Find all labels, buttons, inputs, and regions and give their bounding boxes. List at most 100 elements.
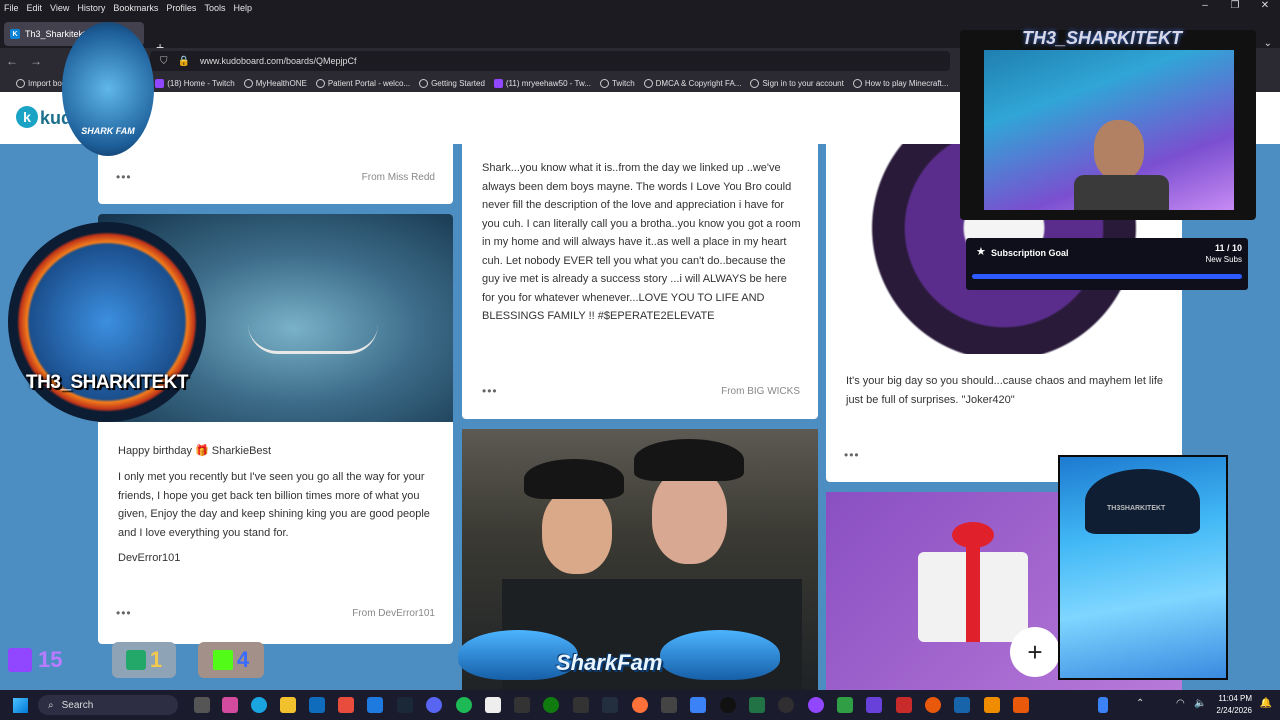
windows-start-icon[interactable]: [13, 698, 28, 713]
bookmark-item[interactable]: (18) Home - Twitch: [155, 78, 235, 88]
sharkfam-bottom-logo: SharkFam: [458, 620, 780, 690]
webcam-frame: TH3_SHARKITEKT: [960, 28, 1256, 220]
more-options-icon[interactable]: •••: [482, 384, 498, 398]
window-controls: – ❐ ✕: [1190, 0, 1280, 16]
more-options-icon[interactable]: •••: [844, 448, 860, 462]
app-icon[interactable]: [367, 697, 383, 713]
shield-icon: ⛉: [160, 55, 168, 67]
kudoboard-logo-icon[interactable]: k: [16, 106, 38, 128]
tray-app-icon[interactable]: [1098, 697, 1108, 713]
menu-bookmarks[interactable]: Bookmarks: [109, 3, 162, 13]
shark-mouth-shape: [248, 324, 378, 354]
back-icon[interactable]: ←: [0, 54, 24, 68]
badge-text: TH3_SHARKITEKT: [26, 372, 188, 393]
twitch-count: 15: [38, 647, 63, 672]
bookmark-item[interactable]: (11) mryeehaw50 - Tw...: [493, 78, 591, 88]
spotify-icon[interactable]: [456, 697, 472, 713]
bookmark-item[interactable]: Patient Portal - welco...: [315, 78, 410, 88]
more-options-icon[interactable]: •••: [116, 606, 132, 620]
menu-profiles[interactable]: Profiles: [162, 3, 200, 13]
post-card-big-wicks[interactable]: Shark...you know what it is..from the da…: [462, 144, 818, 419]
store-icon[interactable]: [661, 697, 677, 713]
bookmark-item[interactable]: Twitch: [599, 78, 635, 88]
wifi-icon[interactable]: ◠: [1176, 698, 1185, 709]
app-icon[interactable]: [954, 697, 970, 713]
twitch-icon: [155, 78, 165, 88]
app-icon[interactable]: [573, 697, 589, 713]
import-icon: [16, 78, 25, 88]
twitch-icon: [493, 78, 503, 88]
menu-file[interactable]: File: [0, 3, 23, 13]
outlook-icon[interactable]: [309, 697, 325, 713]
post-author: From BIG WICKS: [721, 386, 800, 397]
menu-tools[interactable]: Tools: [200, 3, 229, 13]
add-post-button[interactable]: +: [1010, 627, 1060, 677]
bookmark-item[interactable]: Import boo: [16, 78, 67, 88]
kick-icon: [212, 650, 233, 670]
app-icon[interactable]: [837, 697, 853, 713]
follow-count: 1: [149, 647, 163, 672]
volume-icon[interactable]: 🔈: [1194, 698, 1206, 709]
app-icon[interactable]: [338, 697, 354, 713]
post-signature: DevError101: [118, 552, 181, 564]
app-icon[interactable]: [866, 697, 882, 713]
edge-icon[interactable]: [251, 697, 267, 713]
menu-history[interactable]: History: [73, 3, 109, 13]
app-icon[interactable]: [925, 697, 941, 713]
menu-help[interactable]: Help: [229, 3, 256, 13]
streamer-body: [1074, 175, 1169, 210]
globe-icon: [419, 78, 429, 88]
document-icon[interactable]: [485, 697, 501, 713]
menu-view[interactable]: View: [46, 3, 73, 13]
post-greeting: Happy birthday 🎁 SharkieBest: [118, 445, 272, 457]
more-options-icon[interactable]: •••: [116, 170, 132, 184]
taskview-icon[interactable]: [194, 697, 210, 713]
steam-icon[interactable]: [397, 697, 413, 713]
channel-banner: TH3_SHARKITEKT: [1022, 28, 1183, 48]
bookmark-label: (11) mryeehaw50 - Tw...: [505, 78, 591, 88]
clock-date: 2/24/2026: [1216, 706, 1252, 715]
tray-chevron-icon[interactable]: ⌃: [1136, 698, 1144, 709]
app-icon[interactable]: [1013, 697, 1029, 713]
app-icon[interactable]: [720, 697, 736, 713]
xbox-icon[interactable]: [543, 697, 559, 713]
bookmark-item[interactable]: How to play Minecraft...: [852, 78, 948, 88]
taskbar-search[interactable]: ⌕ Search: [38, 695, 178, 715]
bookmark-label: Sign in to your account: [762, 78, 844, 88]
copilot-icon[interactable]: [222, 697, 238, 713]
obs-icon[interactable]: [778, 697, 794, 713]
taskbar-clock[interactable]: 11:04 PM 2/24/2026: [1216, 693, 1252, 717]
bookmark-label: Twitch: [611, 78, 635, 88]
webcam-video: [984, 50, 1234, 210]
firefox-icon[interactable]: [632, 697, 648, 713]
bookmark-label: Import boo: [28, 78, 67, 88]
notification-icon[interactable]: 🔔: [1260, 698, 1272, 709]
shark-fam-logo-text: SHARK FAM: [81, 126, 135, 136]
twitch-taskbar-icon[interactable]: [808, 697, 824, 713]
bookmark-item[interactable]: MyHealthONE: [243, 78, 307, 88]
kudoboard-favicon-icon: K: [10, 29, 20, 39]
app-icon[interactable]: [749, 697, 765, 713]
bookmark-item[interactable]: DMCA & Copyright FA...: [643, 78, 741, 88]
app-icon[interactable]: [690, 697, 706, 713]
forward-icon[interactable]: →: [24, 54, 48, 68]
app-icon[interactable]: [984, 697, 1000, 713]
maximize-icon[interactable]: ❐: [1220, 0, 1250, 16]
post-card-miss-redd[interactable]: ••• From Miss Redd: [98, 144, 453, 204]
amazon-icon[interactable]: [602, 697, 618, 713]
menu-edit[interactable]: Edit: [23, 3, 47, 13]
app-icon[interactable]: [514, 697, 530, 713]
app-icon[interactable]: [896, 697, 912, 713]
kick-count: 4: [236, 647, 250, 672]
minimize-icon[interactable]: –: [1190, 0, 1220, 16]
url-bar[interactable]: ⛉ 🔒 www.kudoboard.com/boards/QMepjpCf: [150, 51, 950, 71]
bookmark-item[interactable]: Getting Started: [419, 78, 485, 88]
close-icon[interactable]: ✕: [1250, 0, 1280, 16]
bookmark-item[interactable]: Sign in to your account: [750, 78, 844, 88]
search-icon: ⌕: [48, 699, 54, 711]
file-explorer-icon[interactable]: [280, 697, 296, 713]
right-shark-shape: [660, 630, 780, 680]
discord-icon[interactable]: [426, 697, 442, 713]
post-message: It's your big day so you should...cause …: [846, 375, 1163, 406]
subscription-unit: New Subs: [1205, 255, 1242, 264]
